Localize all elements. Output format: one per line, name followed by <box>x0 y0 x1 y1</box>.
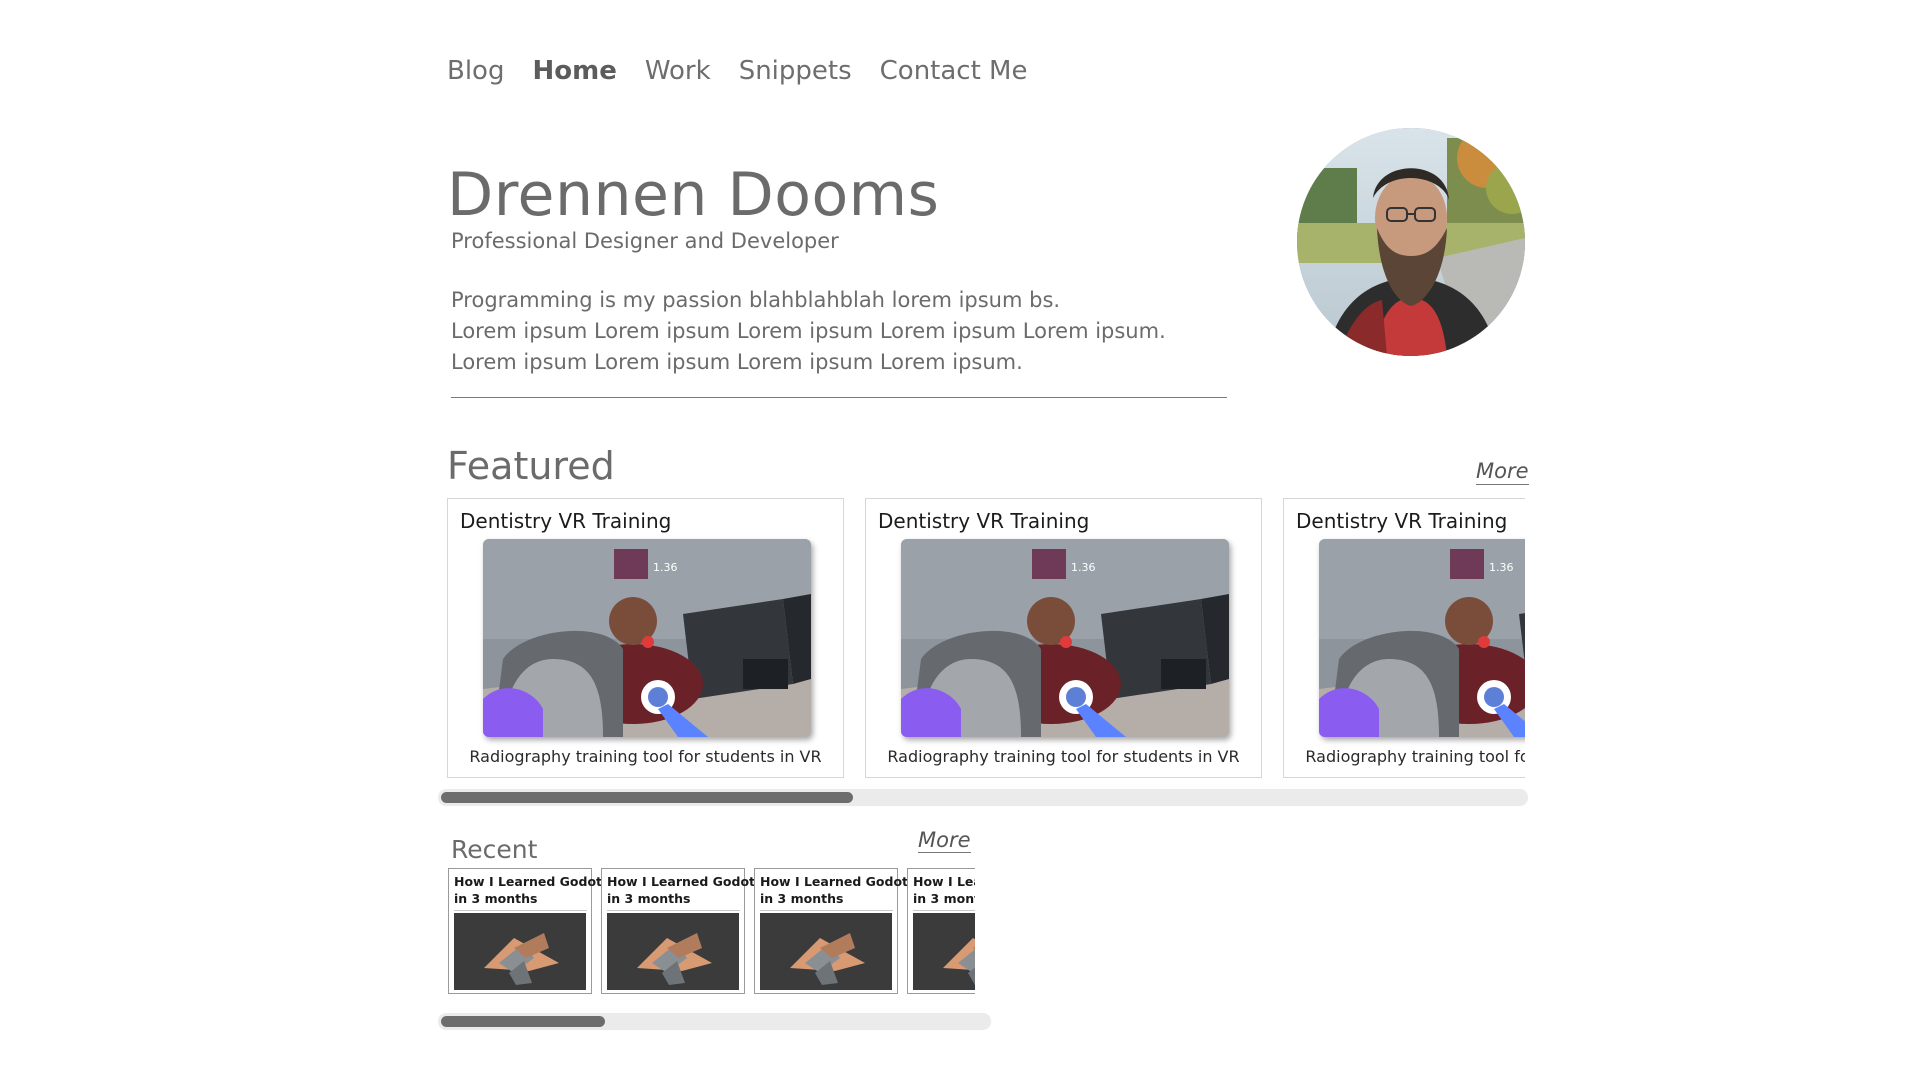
recent-card-title: How I Learned Godot in 3 months <box>760 873 908 911</box>
featured-track: Dentistry VR Training 1.36 Radiography t… <box>447 498 1525 778</box>
recent-card[interactable]: How I Learned Godot in 3 months <box>448 868 602 994</box>
featured-card-image: 1.36 <box>1319 539 1525 737</box>
recent-card-image <box>607 913 739 990</box>
recent-scrollbar[interactable] <box>438 1013 991 1030</box>
svg-text:1.36: 1.36 <box>1071 561 1096 574</box>
recent-scroll-thumb[interactable] <box>441 1016 605 1027</box>
recent-more-link[interactable]: More <box>918 828 971 853</box>
bio-line: Lorem ipsum Lorem ipsum Lorem ipsum Lore… <box>451 319 1166 343</box>
recent-card[interactable]: How I Learned Godot in 3 months <box>907 868 975 994</box>
nav-item-contact-me[interactable]: Contact Me <box>880 56 1028 86</box>
featured-card[interactable]: Dentistry VR Training 1.36 Radiography t… <box>447 498 844 778</box>
nav-item-blog[interactable]: Blog <box>447 56 504 86</box>
nav-item-snippets[interactable]: Snippets <box>739 56 852 86</box>
featured-carousel[interactable]: Dentistry VR Training 1.36 Radiography t… <box>447 498 1525 780</box>
recent-card-title: How I Learned Godot in 3 months <box>607 873 755 911</box>
featured-card-title: Dentistry VR Training <box>1296 509 1508 533</box>
recent-card-image <box>760 913 892 990</box>
featured-card-caption: Radiography training tool for students i… <box>887 747 1240 766</box>
nav-item-home[interactable]: Home <box>532 56 616 86</box>
featured-more-link[interactable]: More <box>1476 459 1529 485</box>
recent-card-image <box>454 913 586 990</box>
recent-card-title: How I Learned Godot in 3 months <box>913 873 975 911</box>
featured-card[interactable]: Dentistry VR Training 1.36 Radiography t… <box>865 498 1262 778</box>
featured-scroll-thumb[interactable] <box>441 792 853 803</box>
featured-card-image: 1.36 <box>483 539 811 737</box>
featured-card-caption: Radiography training tool for students i… <box>469 747 822 766</box>
recent-card[interactable]: How I Learned Godot in 3 months <box>601 868 755 994</box>
recent-card[interactable]: How I Learned Godot in 3 months <box>754 868 908 994</box>
recent-track: How I Learned Godot in 3 months How I Le… <box>448 868 975 994</box>
featured-card-title: Dentistry VR Training <box>460 509 672 533</box>
featured-card-image: 1.36 <box>901 539 1229 737</box>
page-title: Drennen Dooms <box>447 160 940 230</box>
bio-line: Programming is my passion blahblahblah l… <box>451 288 1061 312</box>
recent-carousel[interactable]: How I Learned Godot in 3 months How I Le… <box>448 868 975 996</box>
featured-scrollbar[interactable] <box>438 789 1528 806</box>
hero-bio: Programming is my passion blahblahblah l… <box>451 285 1166 378</box>
main-nav: Blog Home Work Snippets Contact Me <box>447 56 1028 86</box>
hero-subtitle: Professional Designer and Developer <box>451 229 839 253</box>
recent-title: Recent <box>451 835 538 864</box>
page: Blog Home Work Snippets Contact Me Drenn… <box>0 0 1920 1080</box>
hero-divider <box>451 397 1227 398</box>
featured-card[interactable]: Dentistry VR Training 1.36 Radiography t… <box>1283 498 1525 778</box>
avatar-photo <box>1297 128 1525 356</box>
featured-title: Featured <box>447 444 615 488</box>
svg-text:1.36: 1.36 <box>1489 561 1514 574</box>
featured-card-caption: Radiography training tool for students i… <box>1305 747 1525 766</box>
svg-text:1.36: 1.36 <box>653 561 678 574</box>
recent-card-title: How I Learned Godot in 3 months <box>454 873 602 911</box>
recent-card-image <box>913 913 975 990</box>
bio-line: Lorem ipsum Lorem ipsum Lorem ipsum Lore… <box>451 350 1023 374</box>
featured-card-title: Dentistry VR Training <box>878 509 1090 533</box>
avatar <box>1297 128 1525 356</box>
nav-item-work[interactable]: Work <box>645 56 711 86</box>
